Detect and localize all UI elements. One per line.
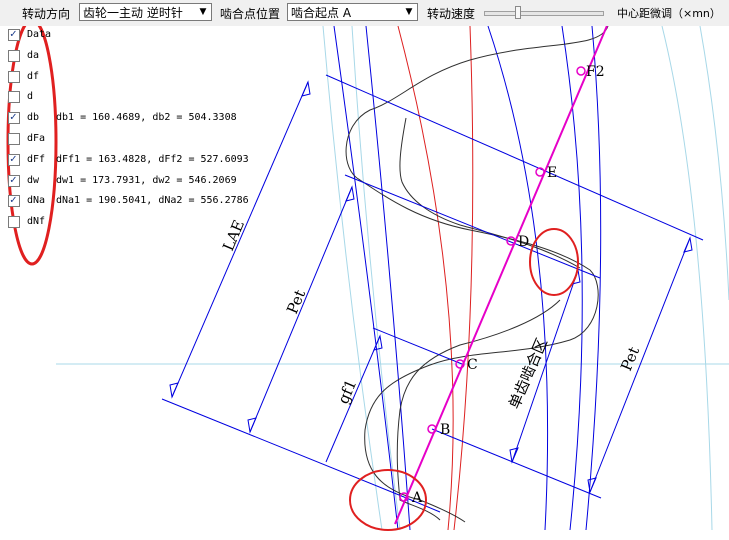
point-c-label: C — [467, 357, 478, 373]
label-lae: LAE — [219, 217, 248, 253]
point-f2-marker — [576, 66, 586, 76]
checkbox-dfa[interactable] — [8, 133, 20, 145]
point-f2-label: F2 — [586, 64, 605, 80]
mesh-point-label: 啮合点位置 — [220, 7, 281, 21]
toolbar: 转动方向 齿轮一主动 逆时针 ▼ 啮合点位置 啮合起点 A ▼ 转动速度 中心距… — [0, 0, 729, 26]
checkbox-label: dFf — [27, 153, 46, 165]
speed-slider-track[interactable] — [484, 11, 604, 16]
checkbox-dnf[interactable] — [8, 216, 20, 229]
checkbox-label: df — [27, 70, 40, 82]
arrow-lae-bottom — [169, 382, 179, 399]
line-of-action — [394, 13, 613, 525]
checkbox-label: dNf — [27, 216, 46, 228]
gear-mesh-canvas: A B C D E F2 LAE Pet gf1 单齿啮合区 Pet — [6, 13, 729, 531]
checkbox-label: Data — [27, 29, 52, 40]
diameter-values: dFf1 = 163.4828, dFf2 = 527.6093 — [56, 153, 249, 165]
normal-line-top — [325, 74, 704, 241]
checkbox-dw[interactable] — [8, 173, 20, 187]
chevron-down-icon: ▼ — [405, 7, 413, 17]
circle-red-2 — [453, 25, 474, 531]
diameter-values: dNa1 = 190.5041, dNa2 = 556.2786 — [56, 195, 249, 207]
circle-light-3 — [661, 25, 713, 531]
label-pet-right: Pet — [617, 344, 643, 373]
checkbox-df[interactable] — [8, 70, 20, 83]
arrow-pet-left-top — [345, 185, 355, 202]
speed-slider-thumb[interactable] — [514, 6, 521, 19]
checkbox-db[interactable] — [8, 110, 20, 125]
checkbox-data[interactable] — [8, 27, 20, 41]
checkbox-label: da — [27, 49, 40, 61]
chevron-down-icon: ▼ — [199, 7, 207, 17]
normal-line-a — [161, 398, 405, 498]
arrow-pet-right-top — [683, 236, 693, 253]
point-b-label: B — [440, 422, 450, 438]
label-gf1: gf1 — [334, 377, 360, 407]
rotation-direction-select[interactable]: 齿轮一主动 逆时针 ▼ — [79, 3, 212, 21]
checkbox-label: dw — [27, 174, 40, 186]
dimension-pet-right — [589, 237, 691, 493]
diameter-values: db1 = 160.4689, db2 = 504.3308 — [56, 112, 237, 124]
speed-label: 转动速度 — [427, 7, 476, 21]
circle-blue-5 — [585, 25, 602, 531]
arrow-lae-top — [301, 80, 311, 97]
point-a-label: A — [411, 490, 423, 506]
center-distance-label: 中心距微调（×mn） — [617, 7, 721, 20]
checkbox-label: dNa — [27, 195, 46, 207]
rotation-direction-value: 齿轮一主动 逆时针 — [83, 6, 183, 20]
mesh-point-select[interactable]: 啮合起点 A ▼ — [287, 3, 418, 21]
checkbox-d[interactable] — [8, 91, 20, 104]
annotation-ellipse-d — [529, 228, 579, 296]
mesh-point-value: 啮合起点 A — [291, 6, 352, 20]
circle-light-4 — [699, 25, 729, 301]
label-pet-left: Pet — [283, 287, 309, 316]
rotation-direction-label: 转动方向 — [22, 7, 71, 21]
checkbox-da[interactable] — [8, 49, 20, 62]
circle-blue-3 — [487, 25, 549, 531]
tooth-profile-flank — [399, 117, 581, 269]
point-e-label: E — [547, 165, 557, 181]
checkbox-label: d — [27, 91, 34, 103]
label-single-zone: 单齿啮合区 — [505, 335, 551, 411]
checkbox-dff[interactable] — [8, 152, 20, 166]
arrow-pet-left-bottom — [247, 417, 257, 434]
checkbox-label: dFa — [27, 133, 46, 144]
circle-light-2 — [351, 25, 401, 531]
checkbox-label: db — [27, 112, 40, 124]
arrow-pet-right-bottom — [587, 477, 597, 494]
point-d-label: D — [518, 234, 529, 250]
normal-line-c — [372, 327, 463, 365]
checkbox-dna[interactable] — [8, 193, 20, 208]
diameter-values: dw1 = 173.7931, dw2 = 546.2069 — [56, 174, 237, 186]
